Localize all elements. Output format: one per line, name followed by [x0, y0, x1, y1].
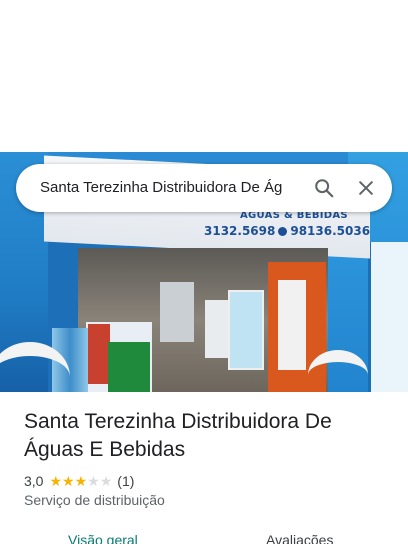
place-category[interactable]: Serviço de distribuição [24, 492, 165, 508]
star-icon: ★ [74, 473, 88, 489]
place-title: Santa Terezinha Distribuidora De Águas E… [24, 410, 332, 461]
green-cooler [108, 342, 150, 392]
wave-decoration-right [308, 350, 368, 392]
star-icon: ★ [49, 473, 63, 489]
rating-value: 3,0 [24, 473, 44, 489]
rating-stars: ★ ★ ★ ★ ★ [49, 474, 112, 488]
place-tabs: Visão geral Avaliações [0, 528, 408, 544]
star-icon: ★ [87, 473, 100, 489]
close-icon [359, 181, 373, 195]
sign-phone-2: 98136.5036 [290, 224, 371, 238]
inner-door [278, 280, 306, 370]
star-icon: ★ [99, 473, 113, 489]
back-door [160, 282, 194, 342]
water-shelf [228, 290, 264, 370]
tab-overview[interactable]: Visão geral [68, 532, 138, 544]
whatsapp-icon [278, 227, 288, 236]
product-boxes [88, 324, 110, 384]
fridge [205, 300, 229, 358]
map-area [0, 0, 408, 152]
tab-reviews[interactable]: Avaliações [266, 532, 333, 544]
search-icon [315, 179, 334, 198]
sign-phone: 3132.5698 98136.5036 [204, 224, 370, 238]
rating-row[interactable]: 3,0 ★ ★ ★ ★ ★ (1) [24, 472, 134, 490]
search-input[interactable]: Santa Terezinha Distribuidora De Ág [40, 164, 304, 212]
close-button[interactable] [346, 168, 386, 208]
search-box: Santa Terezinha Distribuidora De Ág [16, 164, 392, 212]
star-icon: ★ [62, 473, 75, 489]
storefront-panel [368, 242, 408, 392]
sign-phone-1: 3132.5698 [204, 224, 276, 238]
search-button[interactable] [304, 168, 344, 208]
review-count[interactable]: (1) [117, 473, 134, 489]
